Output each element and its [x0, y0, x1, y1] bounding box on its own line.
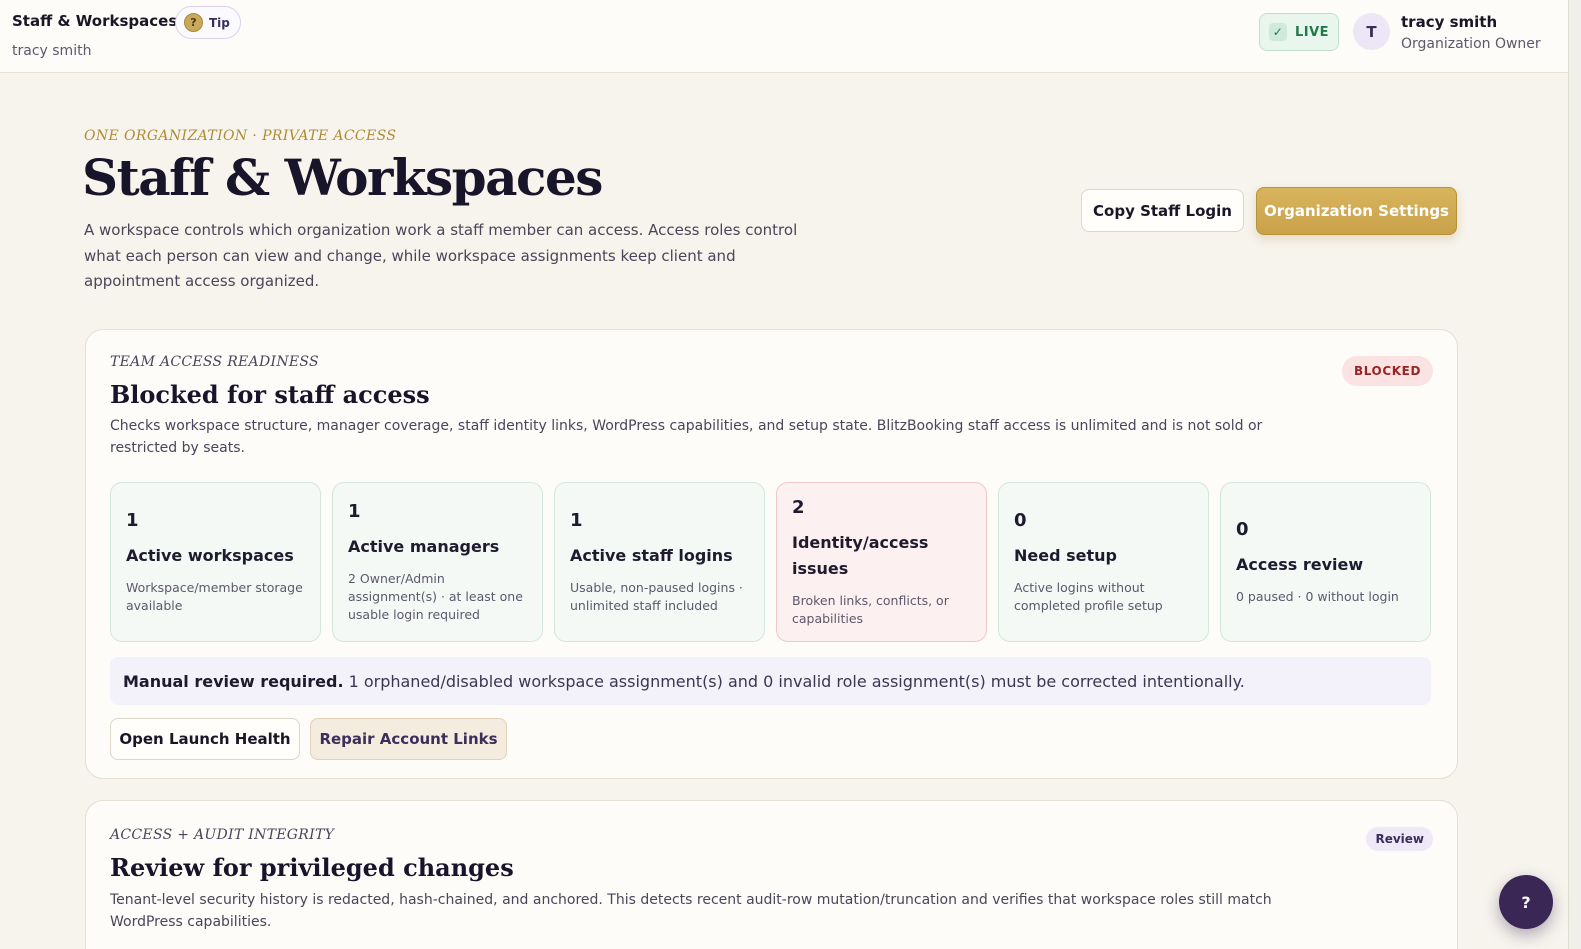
readiness-kicker: TEAM ACCESS READINESS [110, 354, 319, 370]
stat-value: 1 [126, 509, 139, 531]
stat-active-managers: 1 Active managers 2 Owner/Admin assignme… [332, 482, 543, 642]
readiness-description: Checks workspace structure, manager cove… [110, 418, 1263, 456]
access-audit-integrity-card: ACCESS + AUDIT INTEGRITY Review Review f… [85, 800, 1458, 949]
page-description: A workspace controls which organization … [84, 221, 798, 290]
help-fab-button[interactable]: ? [1499, 875, 1553, 929]
tip-button[interactable]: ? Tip [175, 6, 241, 39]
stat-note: Usable, non-paused logins · unlimited st… [570, 579, 743, 613]
open-launch-health-button[interactable]: Open Launch Health [110, 718, 300, 760]
copy-staff-login-button[interactable]: Copy Staff Login [1081, 189, 1244, 232]
scrollbar[interactable] [1568, 0, 1581, 949]
stat-active-staff-logins: 1 Active staff logins Usable, non-paused… [554, 482, 765, 642]
stat-note: Active logins without completed profile … [1014, 579, 1163, 613]
team-access-readiness-card: TEAM ACCESS READINESS BLOCKED Blocked fo… [85, 329, 1458, 779]
avatar[interactable]: T [1353, 13, 1390, 50]
stat-note: 0 paused · 0 without login [1236, 588, 1399, 604]
stat-value: 0 [1014, 509, 1027, 531]
manual-review-notice: Manual review required. 1 orphaned/disab… [110, 657, 1431, 705]
stat-note: Workspace/member storage available [126, 579, 303, 613]
page-eyebrow: ONE ORGANIZATION · PRIVATE ACCESS [84, 128, 397, 144]
repair-account-links-button[interactable]: Repair Account Links [310, 718, 507, 760]
stat-label: Access review [1236, 554, 1364, 574]
stat-label: Need setup [1014, 545, 1117, 565]
stat-note: 2 Owner/Admin assignment(s) · at least o… [348, 570, 523, 622]
stat-note: Broken links, conflicts, or capabilities [792, 592, 949, 626]
manual-review-text: 1 orphaned/disabled workspace assignment… [348, 671, 1245, 691]
readiness-stats: 1 Active workspaces Workspace/member sto… [110, 482, 1431, 642]
stat-need-setup: 0 Need setup Active logins without compl… [998, 482, 1209, 642]
stat-value: 1 [348, 500, 361, 522]
stat-value: 2 [792, 496, 805, 518]
audit-kicker: ACCESS + AUDIT INTEGRITY [110, 827, 335, 843]
stat-label: Active managers [348, 536, 500, 556]
check-icon: ✓ [1268, 23, 1287, 41]
help-circle-icon: ? [184, 13, 203, 32]
stat-label: Active workspaces [126, 545, 294, 565]
readiness-heading: Blocked for staff access [110, 380, 430, 409]
current-user-subtitle: tracy smith [12, 43, 92, 59]
top-bar: Staff & Workspaces ? Tip tracy smith ✓ L… [0, 0, 1568, 73]
audit-heading: Review for privileged changes [110, 853, 514, 882]
review-status-badge: Review [1366, 827, 1433, 851]
blocked-status-badge: BLOCKED [1341, 356, 1433, 386]
audit-description: Tenant-level security history is redacte… [110, 892, 1272, 930]
stat-label: Identity/access issues [792, 532, 929, 578]
manual-review-title: Manual review required. [123, 671, 344, 691]
live-status-badge: ✓ LIVE [1259, 13, 1339, 51]
stat-active-workspaces: 1 Active workspaces Workspace/member sto… [110, 482, 321, 642]
tip-label: Tip [209, 15, 230, 30]
user-role: Organization Owner [1401, 36, 1541, 52]
page-title: Staff & Workspaces [82, 148, 603, 207]
app-title: Staff & Workspaces [12, 12, 178, 30]
stat-label: Active staff logins [570, 545, 733, 565]
stat-access-review: 0 Access review 0 paused · 0 without log… [1220, 482, 1431, 642]
user-name[interactable]: tracy smith [1401, 13, 1497, 31]
stat-value: 1 [570, 509, 583, 531]
live-label: LIVE [1294, 24, 1330, 40]
stat-identity-access-issues: 2 Identity/access issues Broken links, c… [776, 482, 987, 642]
stat-value: 0 [1236, 518, 1249, 540]
organization-settings-button[interactable]: Organization Settings [1256, 187, 1457, 235]
